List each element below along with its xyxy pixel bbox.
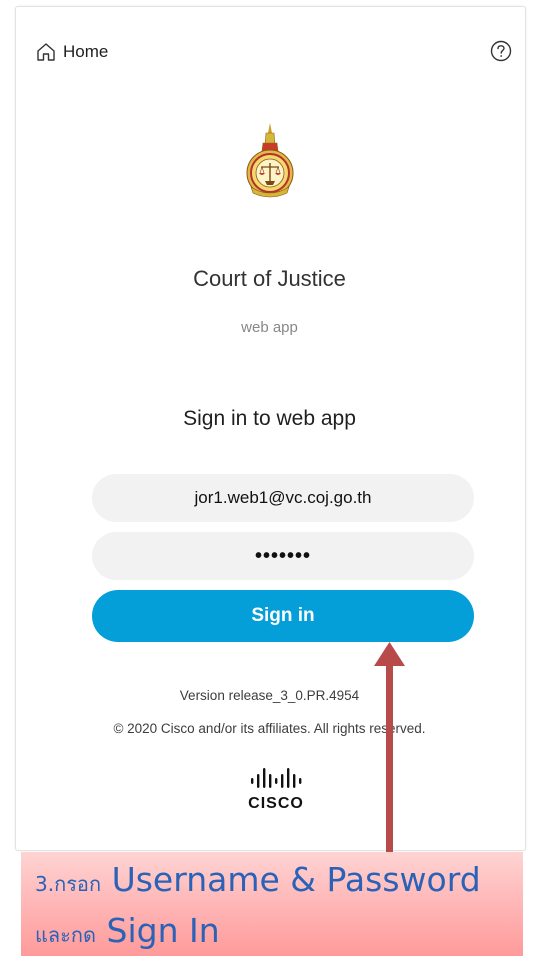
callout-line-2-prefix: และกด — [35, 923, 96, 947]
signin-title: Sign in to web app — [183, 407, 356, 430]
home-icon — [37, 43, 55, 61]
sign-in-button[interactable]: Sign in — [92, 590, 474, 642]
callout-line-2: และกด Sign In — [35, 908, 509, 958]
callout-line-1-main: Username & Password — [111, 860, 481, 899]
cisco-wordmark: CISCO — [248, 795, 304, 812]
page: Home Court of Justice web app Sign in to… — [0, 0, 535, 962]
email-field[interactable] — [92, 474, 474, 522]
home-link[interactable]: Home — [35, 41, 108, 63]
app-subtitle: web app — [241, 319, 298, 336]
callout-line-1-prefix: 3.กรอก — [35, 872, 102, 896]
org-name: Court of Justice — [193, 266, 346, 291]
home-label: Home — [63, 42, 109, 61]
cisco-logo: CISCO — [248, 768, 304, 812]
court-of-justice-emblem-icon — [246, 123, 294, 198]
password-field[interactable] — [92, 532, 474, 580]
instruction-callout: 3.กรอก Username & Password และกด Sign In — [21, 852, 523, 956]
version-text: Version release_3_0.PR.4954 — [179, 688, 360, 703]
help-icon[interactable] — [490, 40, 512, 62]
copyright-text: © 2020 Cisco and/or its affiliates. All … — [113, 721, 426, 736]
callout-line-2-main: Sign In — [106, 911, 220, 950]
callout-line-1: 3.กรอก Username & Password — [35, 856, 509, 908]
